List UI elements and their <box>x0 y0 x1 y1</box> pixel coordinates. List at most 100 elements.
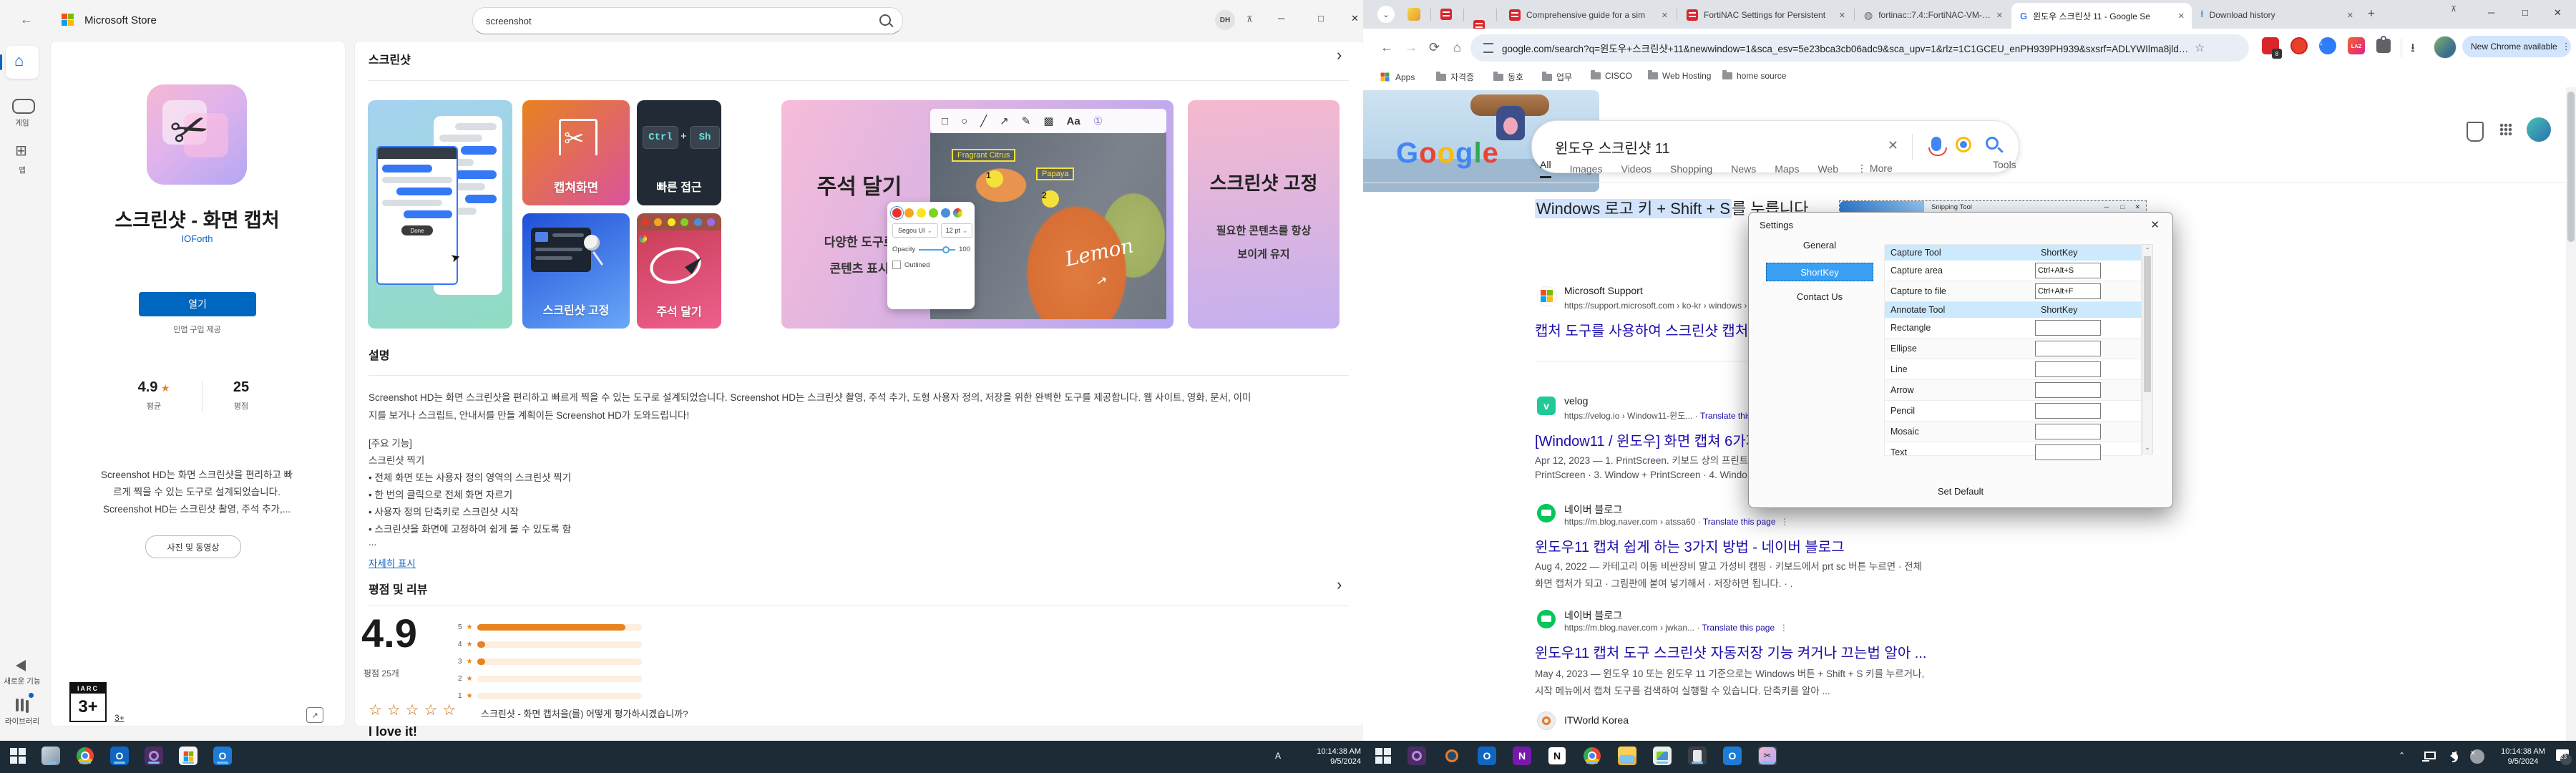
tab-comprehensive-guide[interactable]: Comprehensive guide for a sim ✕ <box>1503 4 1674 26</box>
result-url[interactable]: https://m.blog.naver.com › jwkan... · Tr… <box>1564 623 1788 633</box>
result-menu-icon[interactable]: ⋮ <box>1780 517 1789 527</box>
tab-videos[interactable]: Videos <box>1621 163 1652 175</box>
gallery-chevron-right-icon[interactable]: › <box>1337 46 1342 64</box>
photos-videos-button[interactable]: 사진 및 동영상 <box>145 535 241 558</box>
home-icon[interactable]: ⌂ <box>14 52 24 70</box>
tab-close-icon[interactable]: ✕ <box>1996 11 2003 20</box>
line-shortcut-input[interactable] <box>2035 361 2101 377</box>
scrollbar-thumb[interactable] <box>2567 92 2575 242</box>
taskbar-store-icon[interactable] <box>179 747 197 765</box>
new-chrome-pill[interactable]: New Chrome available ⋮ <box>2462 36 2571 57</box>
mini-minimize-icon[interactable]: ─ <box>2104 203 2109 210</box>
start-button[interactable] <box>10 748 26 764</box>
bookmark-folder[interactable]: CISCO <box>1591 71 1632 81</box>
color-tool-icon[interactable]: ▩ <box>1043 115 1053 127</box>
rect-tool-icon[interactable]: □ <box>942 115 948 127</box>
whats-new-icon[interactable] <box>16 660 26 671</box>
result-title[interactable]: 윈도우11 캡처 도구 스크린샷 자동저장 기능 켜거나 끄는법 알아 ... <box>1535 641 1926 662</box>
store-back-icon[interactable]: ← <box>20 12 33 27</box>
notification-center-icon[interactable]: 23 <box>2556 749 2569 761</box>
google-apps-grid-icon[interactable] <box>2499 123 2512 136</box>
tab-active-google-search[interactable]: G 윈도우 스크린샷 11 - Google Se ✕ <box>2011 3 2192 29</box>
capture-area-shortcut-input[interactable]: Ctrl+Alt+S <box>2035 263 2101 278</box>
ellipse-tool-icon[interactable]: ○ <box>961 115 967 127</box>
site-info-icon[interactable] <box>1483 43 1493 53</box>
show-more-link[interactable]: 자세히 표시 <box>369 555 416 570</box>
arrow-shortcut-input[interactable] <box>2035 382 2101 398</box>
store-maximize-button[interactable]: □ <box>1318 13 1324 24</box>
line-tool-icon[interactable]: ╱ <box>980 115 987 127</box>
scroll-up-icon[interactable]: ⌃ <box>2142 245 2152 255</box>
back-icon[interactable]: ← <box>1380 40 1393 55</box>
result-title[interactable]: 윈도우11 캡쳐 쉽게 하는 3가지 방법 - 네이버 블로그 <box>1535 535 1845 556</box>
store-minimize-button[interactable]: ─ <box>1278 13 1284 24</box>
gallery-tile-annotate-demo[interactable]: 주석 달기 다양한 도구로 콘텐츠 표시 □ ○ ╱ ↗ ✎ ▩ Aa ① Fr… <box>781 100 1174 329</box>
store-search-input[interactable]: screenshot <box>472 7 903 34</box>
start-button-monitor2[interactable] <box>1375 748 1391 764</box>
pinned-tab-1-icon[interactable] <box>1407 8 1420 21</box>
bookmark-apps[interactable]: Apps <box>1379 71 1415 83</box>
chrome-menu-icon[interactable]: ⋮ <box>2562 41 2571 52</box>
result-menu-icon[interactable]: ⋮ <box>1780 623 1788 633</box>
outlined-checkbox[interactable] <box>892 261 901 269</box>
google-account-avatar[interactable] <box>2527 117 2551 142</box>
scroll-down-icon[interactable]: ⌄ <box>2142 442 2152 452</box>
extension-idm-icon[interactable]: ↓ <box>2319 37 2336 54</box>
taskbar2-photos-icon[interactable] <box>1653 747 1672 765</box>
pencil-tool-icon[interactable]: ✎ <box>1022 115 1031 127</box>
settings-nav-general[interactable]: General <box>1766 240 1873 251</box>
clock-monitor1[interactable]: 10:14:38 AM 9/5/2024 <box>1301 747 1361 767</box>
opacity-slider[interactable] <box>942 246 950 253</box>
translate-link[interactable]: Translate this page <box>1703 517 1776 527</box>
open-app-button[interactable]: 열기 <box>139 292 256 316</box>
ellipse-shortcut-input[interactable] <box>2035 341 2101 356</box>
mini-maximize-icon[interactable]: □ <box>2121 203 2124 210</box>
bookmark-folder[interactable]: home source <box>1722 71 1786 81</box>
sidebar-item-whats-new[interactable]: 새로운 기능 <box>0 676 44 686</box>
forward-icon[interactable]: → <box>1405 40 1418 55</box>
omnibox[interactable]: google.com/search?q=윈도우+스크린샷+11&newwindo… <box>1470 34 2249 62</box>
sidebar-item-games[interactable]: 게임 <box>0 117 44 128</box>
window-pin-icon[interactable]: ⊼ <box>2451 4 2457 14</box>
tab-all[interactable]: All <box>1540 159 1551 178</box>
taskbar-camera-app-icon[interactable] <box>145 747 163 765</box>
taskbar2-camera-app-icon[interactable] <box>1407 747 1426 765</box>
bookmark-folder[interactable]: 자격증 <box>1436 71 1474 83</box>
tab-close-icon[interactable]: ✕ <box>2347 11 2353 20</box>
settings-scrollbar-thumb[interactable] <box>2144 256 2151 392</box>
gallery-tile-capture-screen[interactable]: ✂ 캡쳐화면 <box>522 100 630 205</box>
home-icon[interactable]: ⌂ <box>1453 40 1461 55</box>
tab-fortinac-settings[interactable]: FortiNAC Settings for Persistent ✕ <box>1681 4 1851 26</box>
sidebar-item-apps[interactable]: 앱 <box>0 165 44 175</box>
result-url[interactable]: https://m.blog.naver.com › atssa60 · Tra… <box>1564 517 1789 527</box>
chrome-minimize-button[interactable]: ─ <box>2488 7 2494 18</box>
extensions-puzzle-icon[interactable] <box>2376 39 2391 53</box>
tray-chevron-up-icon[interactable]: ⌃ <box>2399 751 2405 760</box>
taskbar2-outlook-icon[interactable]: O <box>1478 747 1496 765</box>
app-publisher-link[interactable]: IOForth <box>50 233 344 244</box>
store-close-button[interactable]: ✕ <box>1351 13 1359 24</box>
labs-icon[interactable] <box>2467 122 2484 142</box>
pinned-tab-fortinet-icon[interactable] <box>1440 9 1452 20</box>
result-site[interactable]: 네이버 블로그 <box>1564 502 1622 517</box>
font-size-select[interactable]: 12 pt⌄ <box>941 223 972 238</box>
tab-close-icon[interactable]: ✕ <box>1662 11 1668 20</box>
text-tool-icon[interactable]: Aa <box>1067 115 1080 127</box>
settings-close-icon[interactable]: ✕ <box>2150 218 2160 231</box>
mosaic-shortcut-input[interactable] <box>2035 424 2101 439</box>
language-indicator[interactable]: A <box>1275 751 1281 761</box>
settings-scrollbar[interactable]: ⌃ ⌄ <box>2142 244 2153 454</box>
result-site[interactable]: ITWorld Korea <box>1564 714 1629 726</box>
taskbar2-target-app-icon[interactable] <box>1443 747 1461 765</box>
taskbar2-screenshot-app-icon[interactable]: ✂ <box>1758 747 1777 765</box>
gallery-tile-pin-big[interactable]: 스크린샷 고정 필요한 콘텐츠를 항상 보이게 유지 <box>1188 100 1340 329</box>
page-scrollbar[interactable] <box>2566 87 2576 741</box>
gallery-tile-scrolling-capture[interactable]: Done ➤ 스크롤링 캡쳐 <box>368 100 512 329</box>
pencil-shortcut-input[interactable] <box>2035 403 2101 419</box>
share-icon[interactable]: ↗ <box>306 707 323 723</box>
tab-download-history[interactable]: ⭳ Download history ✕ <box>2195 4 2359 26</box>
taskbar-chrome-icon[interactable] <box>76 747 94 765</box>
bookmark-folder[interactable]: Web Hosting <box>1648 71 1711 81</box>
text-shortcut-input[interactable] <box>2035 444 2101 460</box>
taskbar-app-icon[interactable] <box>42 747 60 765</box>
